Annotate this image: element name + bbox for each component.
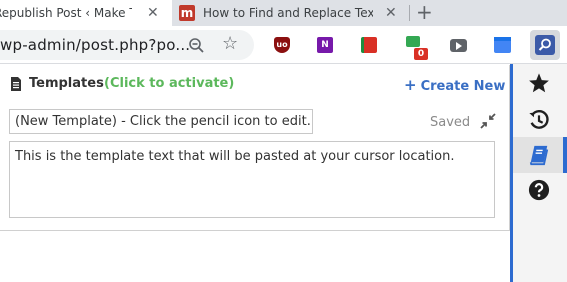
sidebar-item-history[interactable]	[513, 102, 567, 138]
ublock-origin-icon[interactable]: uo	[274, 37, 290, 53]
chat-extension-icon[interactable]	[406, 36, 420, 47]
tab-title: How to Find and Replace Text in	[203, 6, 373, 20]
search-extension-icon[interactable]	[535, 35, 555, 55]
tab-title: Republish Post ‹ Make Tech E	[0, 6, 132, 20]
tab-republish-post[interactable]: Republish Post ‹ Make Tech E ✕	[0, 0, 172, 26]
panel-header: Templates (Click to activate) + Create Ne…	[0, 65, 510, 101]
templates-panel: Templates (Click to activate) + Create Ne…	[0, 65, 510, 231]
activate-link[interactable]: (Click to activate)	[104, 76, 234, 91]
help-icon	[528, 179, 550, 201]
create-new-button[interactable]: + Create New	[404, 76, 505, 94]
panel-title: Templates	[29, 76, 104, 91]
sidebar-item-templates[interactable]	[513, 137, 567, 173]
sidebar-item-favorites[interactable]	[513, 65, 567, 101]
search-icon	[538, 38, 551, 51]
template-text-area[interactable]: This is the template text that will be p…	[9, 141, 495, 218]
document-icon	[11, 77, 21, 91]
reading-extension-icon[interactable]	[361, 37, 377, 53]
address-bar[interactable]: wp-admin/post.php?po... ☆	[0, 30, 254, 60]
sidebar-item-help[interactable]	[513, 172, 567, 208]
close-icon[interactable]: ✕	[147, 6, 159, 20]
history-icon	[529, 110, 549, 129]
create-new-label: Create New	[420, 79, 506, 94]
new-tab-button[interactable]: +	[416, 1, 433, 23]
plus-icon: +	[404, 76, 417, 94]
page-background	[0, 231, 510, 282]
tab-strip: Republish Post ‹ Make Tech E ✕ m How to …	[0, 0, 567, 26]
bookmark-star-icon[interactable]: ☆	[222, 34, 238, 54]
tab-divider	[409, 5, 410, 21]
book-icon	[529, 145, 549, 166]
zoom-out-icon[interactable]	[188, 37, 206, 55]
tab-find-replace[interactable]: m How to Find and Replace Text in ✕	[172, 0, 410, 26]
collapse-icon[interactable]	[480, 113, 496, 129]
video-extension-icon[interactable]	[450, 39, 467, 52]
notification-badge: 0	[414, 48, 428, 60]
url-text: wp-admin/post.php?po...	[0, 36, 191, 54]
saved-status: Saved	[430, 115, 471, 130]
star-icon	[529, 73, 549, 93]
browser-toolbar: wp-admin/post.php?po... ☆ uo N 0	[0, 26, 567, 64]
onenote-clipper-icon[interactable]: N	[317, 37, 333, 53]
window-extension-icon[interactable]	[494, 37, 511, 53]
template-name-field[interactable]: (New Template) - Click the pencil icon t…	[9, 109, 313, 134]
maketecheasier-favicon-icon: m	[179, 5, 195, 21]
close-icon[interactable]: ✕	[385, 6, 397, 20]
